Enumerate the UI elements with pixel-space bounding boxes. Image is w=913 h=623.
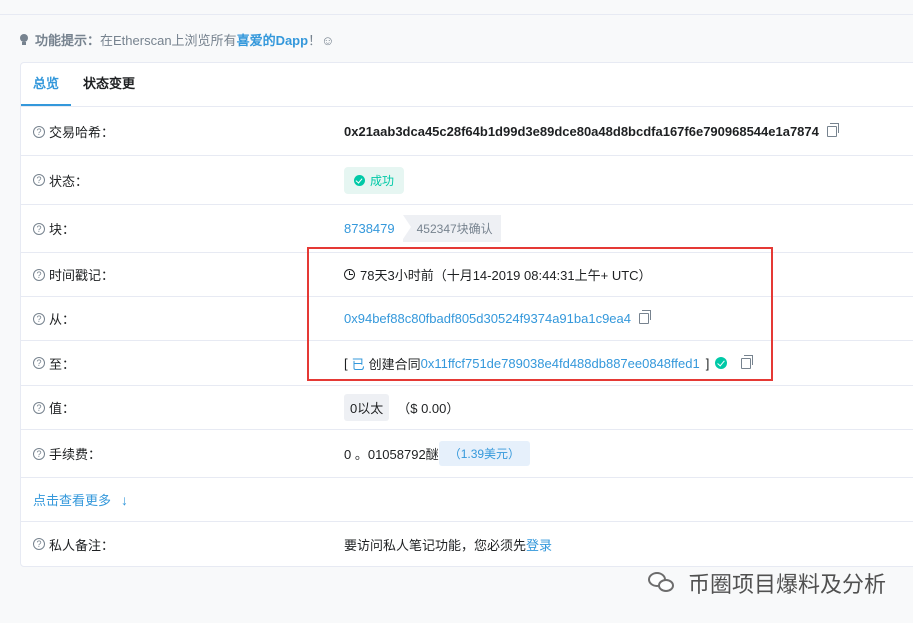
- tip-end: ！☺: [308, 33, 335, 48]
- check-circle-icon: [354, 174, 365, 186]
- help-icon[interactable]: ?: [33, 174, 45, 186]
- fee-label: 手续费：: [49, 447, 102, 462]
- dapp-link[interactable]: 喜爱的Dapp: [237, 30, 309, 49]
- copy-icon[interactable]: [826, 123, 839, 137]
- fee-usd-badge: （1.39美元）: [438, 441, 531, 466]
- txhash-value: 0x21aab3dca45c28f64b1d99d3e89dce80a48d8b…: [344, 124, 819, 139]
- txhash-label: 交易哈希：: [49, 125, 115, 140]
- row-block: ? 块： 8738479 452347块确认: [21, 205, 913, 253]
- status-label: 状态：: [49, 173, 89, 189]
- status-badge: 成功: [344, 166, 405, 194]
- tip-text: 在Etherscan上浏览所有: [100, 33, 237, 48]
- tab-state-changes[interactable]: 状态变更: [71, 63, 147, 106]
- row-status: ? 状态： 成功: [21, 156, 913, 205]
- help-icon[interactable]: ?: [33, 357, 45, 369]
- block-label: 块：: [49, 222, 76, 237]
- help-icon[interactable]: ?: [33, 125, 45, 138]
- fee-amount: 0 。01058792醚: [344, 447, 439, 462]
- tip-label: 功能提示：: [35, 33, 101, 48]
- watermark: 币圈项目爆料及分析: [648, 567, 886, 599]
- login-link[interactable]: 登录: [526, 535, 552, 554]
- row-private-note: ? 私人备注： 要访问私人笔记功能，您必须先 登录: [21, 522, 913, 566]
- show-more-link[interactable]: 点击查看更多: [33, 490, 111, 509]
- help-icon[interactable]: ?: [33, 401, 45, 414]
- tab-overview[interactable]: 总览: [21, 63, 72, 106]
- value-label: 值：: [49, 401, 76, 416]
- top-divider: [0, 14, 913, 15]
- row-value: ? 值： 0以太 （$ 0.00）: [21, 386, 913, 430]
- note-text: 要访问私人笔记功能，您必须先: [344, 537, 527, 553]
- help-icon[interactable]: ?: [33, 538, 45, 550]
- arrow-down-icon[interactable]: ↓: [121, 492, 128, 508]
- value-usd: （$ 0.00）: [397, 401, 460, 416]
- value-amount: 0以太: [344, 394, 390, 421]
- lightbulb-icon: [20, 33, 28, 46]
- feature-tip: 功能提示： 在Etherscan上浏览所有 喜爱的Dapp ！☺: [20, 30, 334, 49]
- from-label: 从：: [49, 312, 76, 327]
- help-icon[interactable]: ?: [33, 447, 45, 460]
- status-value: 成功: [370, 173, 395, 188]
- highlight-box: [307, 247, 773, 381]
- help-icon[interactable]: ?: [33, 268, 45, 281]
- timestamp-label: 时间戳记：: [49, 268, 115, 283]
- tab-bar: 总览 状态变更: [21, 63, 913, 107]
- note-label: 私人备注：: [49, 537, 115, 553]
- block-number-link[interactable]: 8738479: [344, 221, 395, 236]
- wechat-icon: [648, 570, 678, 596]
- row-show-more: 点击查看更多 ↓: [21, 478, 913, 522]
- to-label: 至：: [49, 356, 76, 372]
- help-icon[interactable]: ?: [33, 222, 45, 235]
- watermark-text: 币圈项目爆料及分析: [688, 572, 887, 597]
- row-txhash: ? 交易哈希： 0x21aab3dca45c28f64b1d99d3e89dce8…: [21, 108, 913, 156]
- confirmations-badge: 452347块确认: [402, 215, 501, 242]
- help-icon[interactable]: ?: [33, 312, 45, 325]
- row-fee: ? 手续费： 0 。01058792醚 （1.39美元）: [21, 430, 913, 478]
